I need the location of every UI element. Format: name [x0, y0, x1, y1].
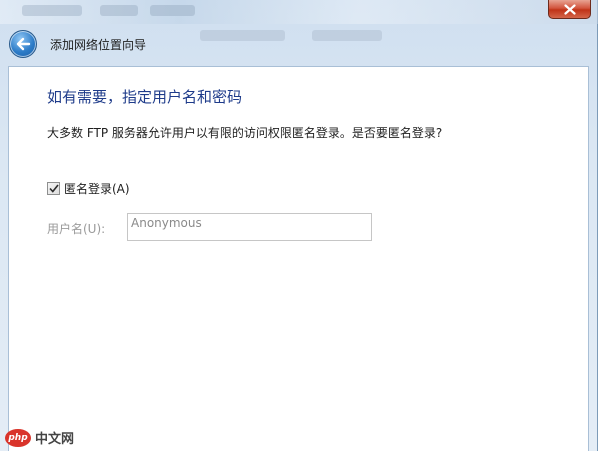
- back-arrow-icon: [16, 37, 31, 51]
- back-button[interactable]: [9, 30, 37, 58]
- username-label: 用户名(U):: [47, 222, 106, 236]
- wizard-window: 添加网络位置向导 如有需要，指定用户名和密码 大多数 FTP 服务器允许用户以有…: [0, 0, 598, 451]
- watermark-text: 中文网: [35, 432, 75, 447]
- page-heading: 如有需要，指定用户名和密码: [47, 88, 243, 106]
- blurred-background: [100, 5, 138, 16]
- watermark: php 中文网: [5, 428, 74, 447]
- blurred-background: [200, 30, 285, 41]
- blurred-background: [150, 5, 195, 16]
- blurred-background: [22, 5, 82, 16]
- close-button[interactable]: [548, 0, 591, 19]
- wizard-title: 添加网络位置向导: [50, 38, 147, 52]
- anonymous-login-checkbox[interactable]: 匿名登录(A): [47, 180, 130, 197]
- anonymous-login-label: 匿名登录(A): [64, 182, 130, 196]
- title-bar: [0, 0, 598, 24]
- close-icon: [563, 3, 576, 15]
- username-input[interactable]: Anonymous: [127, 213, 372, 241]
- php-logo: php: [5, 428, 31, 447]
- blurred-background: [312, 30, 382, 41]
- page-description: 大多数 FTP 服务器允许用户以有限的访问权限匿名登录。是否要匿名登录?: [47, 126, 443, 140]
- checkbox-checked-icon[interactable]: [47, 182, 60, 195]
- wizard-content-panel: 如有需要，指定用户名和密码 大多数 FTP 服务器允许用户以有限的访问权限匿名登…: [8, 66, 589, 451]
